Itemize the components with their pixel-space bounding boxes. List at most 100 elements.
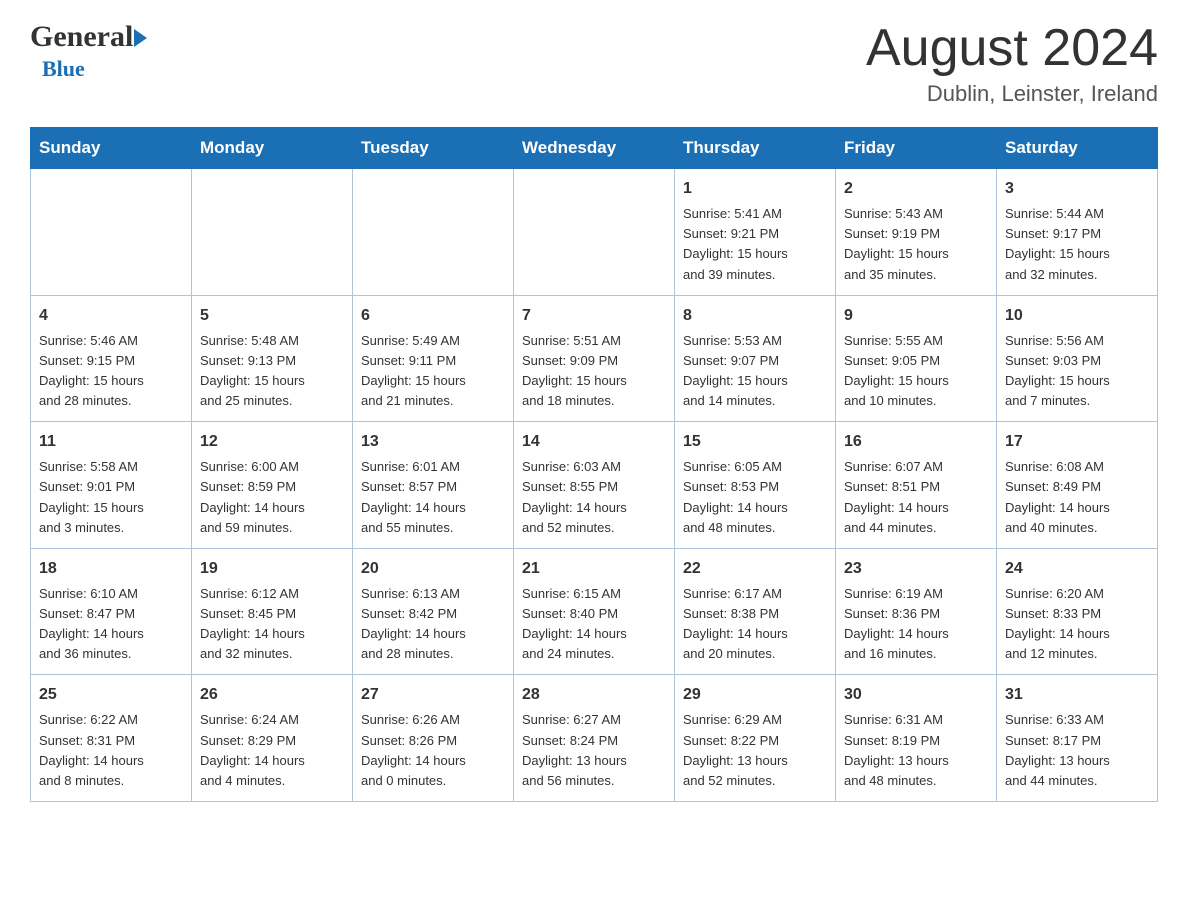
day-number: 19 <box>200 557 344 581</box>
calendar-cell: 5 Sunrise: 5:48 AMSunset: 9:13 PMDaylight… <box>192 295 353 422</box>
calendar-cell: 11 Sunrise: 5:58 AMSunset: 9:01 PMDayligh… <box>31 422 192 549</box>
logo-g: G <box>30 20 53 54</box>
calendar-cell: 25Sunrise: 6:22 AMSunset: 8:31 PMDayligh… <box>31 675 192 802</box>
day-number: 24 <box>1005 557 1149 581</box>
day-info: Sunrise: 5:53 AMSunset: 9:07 PMDaylight:… <box>683 331 827 412</box>
day-number: 10 <box>1005 304 1149 328</box>
calendar-cell: 30Sunrise: 6:31 AMSunset: 8:19 PMDayligh… <box>836 675 997 802</box>
day-number: 16 <box>844 430 988 454</box>
day-number: 11 <box>39 430 183 454</box>
day-info: Sunrise: 6:33 AMSunset: 8:17 PMDaylight:… <box>1005 710 1149 791</box>
calendar-cell: 15Sunrise: 6:05 AMSunset: 8:53 PMDayligh… <box>675 422 836 549</box>
day-number: 27 <box>361 683 505 707</box>
calendar-cell: 24 Sunrise: 6:20 AMSunset: 8:33 PMDayligh… <box>997 548 1158 675</box>
day-info: Sunrise: 5:56 AMSunset: 9:03 PMDaylight:… <box>1005 331 1149 412</box>
calendar-cell: 10 Sunrise: 5:56 AMSunset: 9:03 PMDayligh… <box>997 295 1158 422</box>
day-number: 3 <box>1005 177 1149 201</box>
day-info: Sunrise: 6:01 AMSunset: 8:57 PMDaylight:… <box>361 457 505 538</box>
calendar-cell <box>514 169 675 296</box>
day-info: Sunrise: 6:08 AMSunset: 8:49 PMDaylight:… <box>1005 457 1149 538</box>
weekday-header-saturday: Saturday <box>997 128 1158 169</box>
calendar-cell: 13 Sunrise: 6:01 AMSunset: 8:57 PMDayligh… <box>353 422 514 549</box>
day-number: 12 <box>200 430 344 454</box>
calendar-cell: 17 Sunrise: 6:08 AMSunset: 8:49 PMDayligh… <box>997 422 1158 549</box>
calendar-cell: 27 Sunrise: 6:26 AMSunset: 8:26 PMDayligh… <box>353 675 514 802</box>
day-number: 6 <box>361 304 505 328</box>
page-header: G eneral Blue August 2024 Dublin, Leinst… <box>30 20 1158 107</box>
day-info: Sunrise: 5:48 AMSunset: 9:13 PMDaylight:… <box>200 331 344 412</box>
calendar-week-3: 11 Sunrise: 5:58 AMSunset: 9:01 PMDayligh… <box>31 422 1158 549</box>
weekday-header-friday: Friday <box>836 128 997 169</box>
day-number: 20 <box>361 557 505 581</box>
calendar-cell: 21 Sunrise: 6:15 AMSunset: 8:40 PMDayligh… <box>514 548 675 675</box>
day-number: 14 <box>522 430 666 454</box>
calendar-cell: 19 Sunrise: 6:12 AMSunset: 8:45 PMDayligh… <box>192 548 353 675</box>
calendar-cell <box>192 169 353 296</box>
calendar-cell: 20 Sunrise: 6:13 AMSunset: 8:42 PMDayligh… <box>353 548 514 675</box>
day-info: Sunrise: 6:15 AMSunset: 8:40 PMDaylight:… <box>522 584 666 665</box>
day-info: Sunrise: 6:00 AMSunset: 8:59 PMDaylight:… <box>200 457 344 538</box>
weekday-header-wednesday: Wednesday <box>514 128 675 169</box>
logo-blue-text: Blue <box>42 56 85 82</box>
calendar-cell: 8 Sunrise: 5:53 AMSunset: 9:07 PMDaylight… <box>675 295 836 422</box>
day-info: Sunrise: 6:24 AMSunset: 8:29 PMDaylight:… <box>200 710 344 791</box>
day-info: Sunrise: 6:12 AMSunset: 8:45 PMDaylight:… <box>200 584 344 665</box>
month-title: August 2024 <box>866 20 1158 77</box>
calendar-cell: 14Sunrise: 6:03 AMSunset: 8:55 PMDayligh… <box>514 422 675 549</box>
logo-eneral: eneral <box>53 20 133 54</box>
logo-flag-icon <box>134 29 147 47</box>
day-number: 28 <box>522 683 666 707</box>
calendar-week-5: 25Sunrise: 6:22 AMSunset: 8:31 PMDayligh… <box>31 675 1158 802</box>
day-info: Sunrise: 6:20 AMSunset: 8:33 PMDaylight:… <box>1005 584 1149 665</box>
day-number: 26 <box>200 683 344 707</box>
day-number: 30 <box>844 683 988 707</box>
day-number: 17 <box>1005 430 1149 454</box>
calendar-cell: 18Sunrise: 6:10 AMSunset: 8:47 PMDayligh… <box>31 548 192 675</box>
calendar-cell: 29Sunrise: 6:29 AMSunset: 8:22 PMDayligh… <box>675 675 836 802</box>
calendar-cell: 28 Sunrise: 6:27 AMSunset: 8:24 PMDayligh… <box>514 675 675 802</box>
calendar-cell <box>353 169 514 296</box>
weekday-header-sunday: Sunday <box>31 128 192 169</box>
day-info: Sunrise: 5:46 AMSunset: 9:15 PMDaylight:… <box>39 331 183 412</box>
calendar-cell: 12 Sunrise: 6:00 AMSunset: 8:59 PMDayligh… <box>192 422 353 549</box>
day-number: 7 <box>522 304 666 328</box>
calendar-week-2: 4 Sunrise: 5:46 AMSunset: 9:15 PMDaylight… <box>31 295 1158 422</box>
weekday-header-thursday: Thursday <box>675 128 836 169</box>
day-number: 31 <box>1005 683 1149 707</box>
day-info: Sunrise: 6:27 AMSunset: 8:24 PMDaylight:… <box>522 710 666 791</box>
day-info: Sunrise: 5:55 AMSunset: 9:05 PMDaylight:… <box>844 331 988 412</box>
calendar-cell <box>31 169 192 296</box>
calendar-cell: 3Sunrise: 5:44 AMSunset: 9:17 PMDaylight… <box>997 169 1158 296</box>
day-info: Sunrise: 6:13 AMSunset: 8:42 PMDaylight:… <box>361 584 505 665</box>
day-info: Sunrise: 6:19 AMSunset: 8:36 PMDaylight:… <box>844 584 988 665</box>
calendar-week-4: 18Sunrise: 6:10 AMSunset: 8:47 PMDayligh… <box>31 548 1158 675</box>
day-info: Sunrise: 6:22 AMSunset: 8:31 PMDaylight:… <box>39 710 183 791</box>
day-number: 22 <box>683 557 827 581</box>
day-number: 4 <box>39 304 183 328</box>
calendar-cell: 9 Sunrise: 5:55 AMSunset: 9:05 PMDaylight… <box>836 295 997 422</box>
day-info: Sunrise: 5:58 AMSunset: 9:01 PMDaylight:… <box>39 457 183 538</box>
day-number: 21 <box>522 557 666 581</box>
calendar-header-row: SundayMondayTuesdayWednesdayThursdayFrid… <box>31 128 1158 169</box>
day-number: 9 <box>844 304 988 328</box>
calendar-cell: 23Sunrise: 6:19 AMSunset: 8:36 PMDayligh… <box>836 548 997 675</box>
day-info: Sunrise: 5:41 AMSunset: 9:21 PMDaylight:… <box>683 204 827 285</box>
calendar-cell: 2Sunrise: 5:43 AMSunset: 9:19 PMDaylight… <box>836 169 997 296</box>
day-number: 29 <box>683 683 827 707</box>
calendar-cell: 4 Sunrise: 5:46 AMSunset: 9:15 PMDaylight… <box>31 295 192 422</box>
day-info: Sunrise: 6:26 AMSunset: 8:26 PMDaylight:… <box>361 710 505 791</box>
day-number: 1 <box>683 177 827 201</box>
weekday-header-monday: Monday <box>192 128 353 169</box>
calendar-cell: 7Sunrise: 5:51 AMSunset: 9:09 PMDaylight… <box>514 295 675 422</box>
calendar-cell: 16Sunrise: 6:07 AMSunset: 8:51 PMDayligh… <box>836 422 997 549</box>
day-number: 18 <box>39 557 183 581</box>
calendar-cell: 6 Sunrise: 5:49 AMSunset: 9:11 PMDaylight… <box>353 295 514 422</box>
weekday-header-tuesday: Tuesday <box>353 128 514 169</box>
day-info: Sunrise: 6:05 AMSunset: 8:53 PMDaylight:… <box>683 457 827 538</box>
day-number: 5 <box>200 304 344 328</box>
day-number: 13 <box>361 430 505 454</box>
day-info: Sunrise: 5:49 AMSunset: 9:11 PMDaylight:… <box>361 331 505 412</box>
day-number: 8 <box>683 304 827 328</box>
day-number: 2 <box>844 177 988 201</box>
calendar-cell: 22Sunrise: 6:17 AMSunset: 8:38 PMDayligh… <box>675 548 836 675</box>
